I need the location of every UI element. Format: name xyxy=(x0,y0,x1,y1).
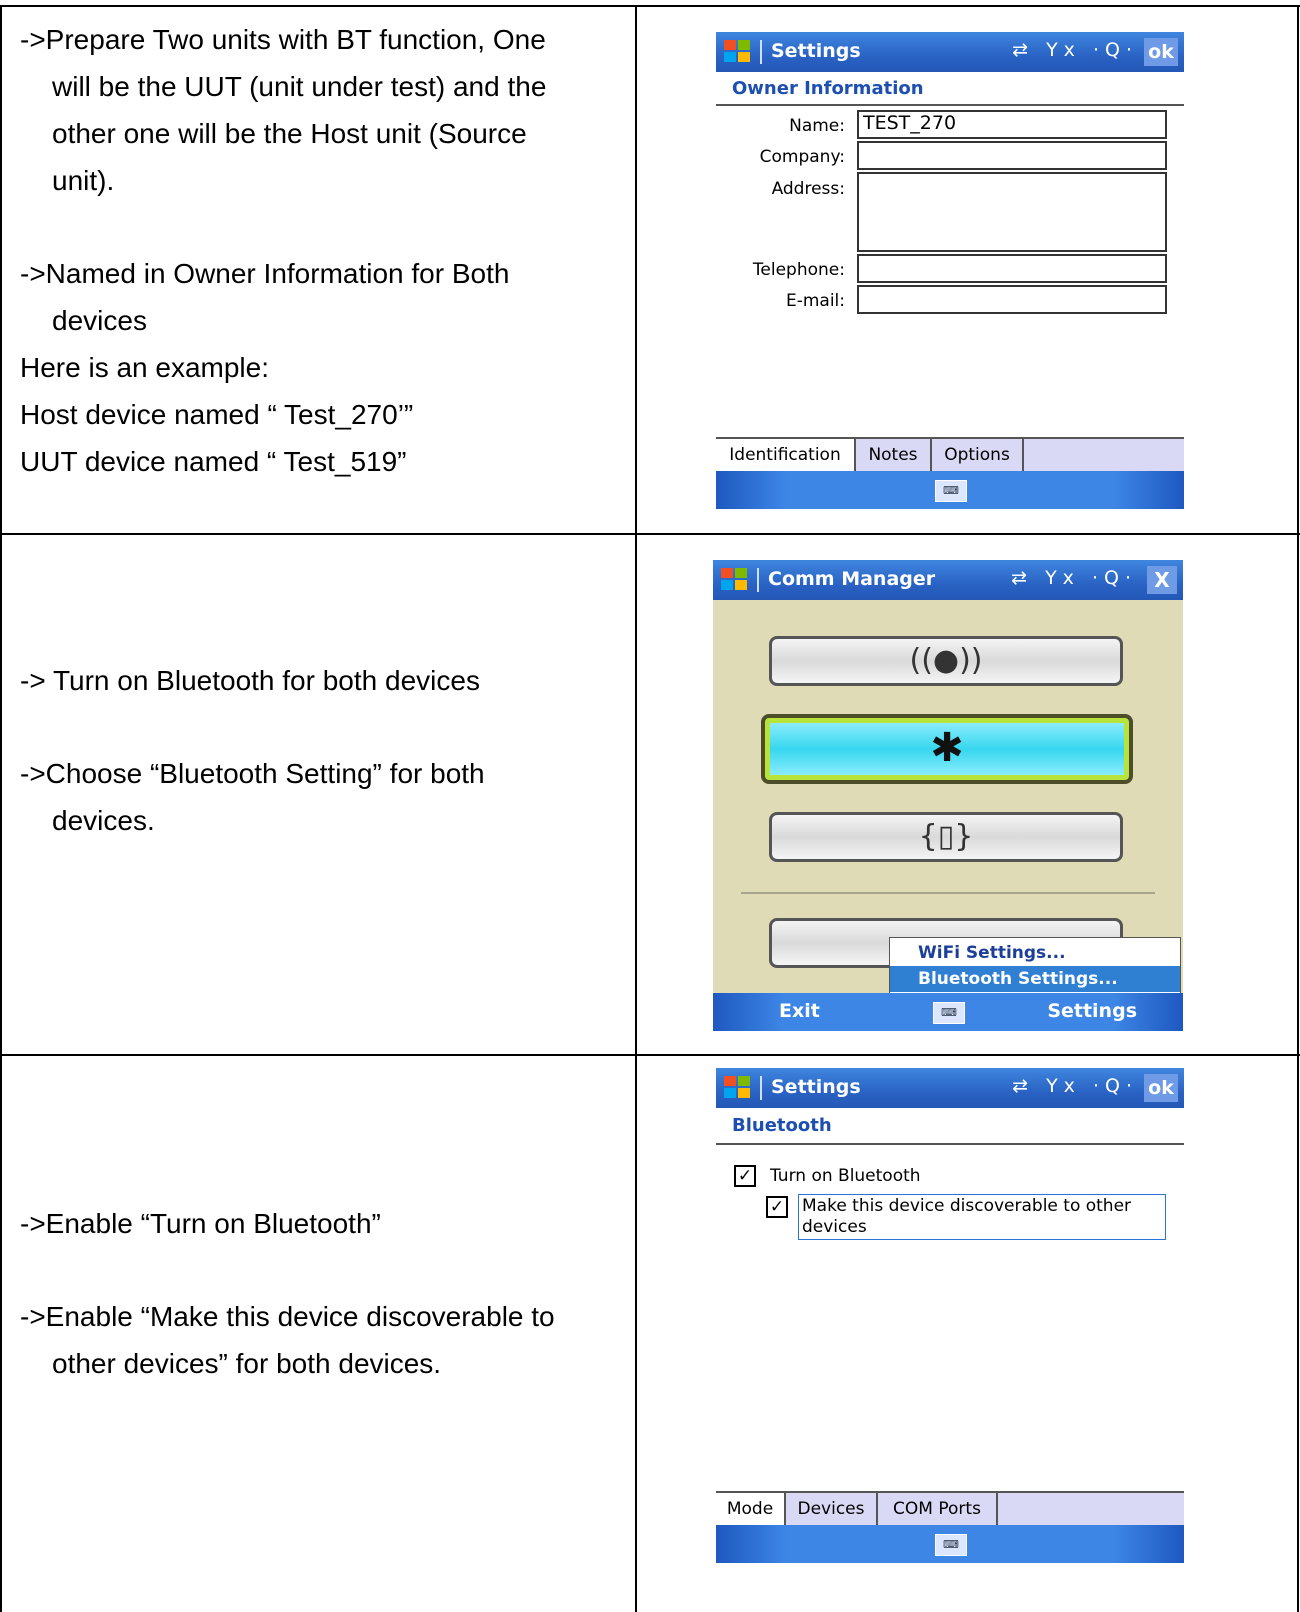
status-icons[interactable]: ⇄ Yx ·Q· xyxy=(1011,567,1137,589)
menu-item-wifi-settings[interactable]: WiFi Settings... xyxy=(890,940,1180,966)
window-title: Comm Manager xyxy=(768,568,936,590)
instruction-line: will be the UUT (unit under test) and th… xyxy=(52,71,547,102)
discoverable-label-line1: Make this device discoverable to other xyxy=(802,1196,1132,1216)
address-field[interactable] xyxy=(857,172,1167,252)
table-border-left xyxy=(0,6,2,1612)
soft-key-bar: ⌨ xyxy=(716,1525,1184,1563)
window-title: Settings xyxy=(771,1076,861,1098)
separator xyxy=(741,892,1155,894)
tab-com-ports[interactable]: COM Ports xyxy=(878,1493,998,1527)
ok-button[interactable]: ok xyxy=(1144,38,1178,66)
instruction-line: other one will be the Host unit (Source xyxy=(52,118,527,149)
instruction-line: devices. xyxy=(52,805,155,836)
tab-options[interactable]: Options xyxy=(932,439,1024,473)
row1-instructions: ->Prepare Two units with BT function, On… xyxy=(20,16,640,485)
turn-on-bluetooth-checkbox[interactable]: ✓ xyxy=(734,1165,756,1187)
instruction-line: ->Choose “Bluetooth Setting” for both xyxy=(20,758,485,789)
keyboard-icon[interactable]: ⌨ xyxy=(933,1002,965,1024)
page-heading: Owner Information xyxy=(732,78,924,99)
wireless-toggle-button[interactable]: ((●)) xyxy=(769,636,1123,686)
instruction-line: -> Turn on Bluetooth for both devices xyxy=(20,665,480,696)
tab-bar: Identification Notes Options xyxy=(716,437,1184,473)
instruction-line: other devices” for both devices. xyxy=(52,1348,442,1379)
tab-devices[interactable]: Devices xyxy=(786,1493,878,1527)
instruction-line: devices xyxy=(52,305,147,336)
name-label: Name: xyxy=(789,116,845,136)
discoverable-label-line2: devices xyxy=(802,1217,867,1237)
status-icons[interactable]: ⇄ Yx ·Q· xyxy=(1012,1075,1138,1097)
owner-information-screen: Settings ⇄ Yx ·Q· ok Owner Information N… xyxy=(716,32,1184,509)
tab-mode[interactable]: Mode xyxy=(716,1493,786,1527)
window-title: Settings xyxy=(771,40,861,62)
soft-key-bar: ⌨ xyxy=(716,471,1184,509)
bluetooth-icon: ✱ xyxy=(930,725,964,771)
company-field[interactable] xyxy=(857,141,1167,170)
instruction-line: ->Named in Owner Information for Both xyxy=(20,258,510,289)
comm-manager-panel: ((●)) ✱ {▯} WiFi Settings... Bluetooth S… xyxy=(713,600,1183,995)
phone-toggle-button[interactable]: {▯} xyxy=(769,812,1123,862)
page-heading: Bluetooth xyxy=(732,1115,832,1136)
close-button[interactable]: X xyxy=(1147,566,1177,594)
tab-bar: Mode Devices COM Ports xyxy=(716,1491,1184,1527)
windows-start-icon[interactable] xyxy=(721,568,749,592)
title-bar: Comm Manager ⇄ Yx ·Q· X xyxy=(713,560,1183,600)
instruction-line: Host device named “ Test_270’” xyxy=(20,399,414,430)
bluetooth-toggle-button[interactable]: ✱ xyxy=(761,714,1133,784)
telephone-label: Telephone: xyxy=(752,260,845,280)
instruction-line: ->Prepare Two units with BT function, On… xyxy=(20,24,546,55)
turn-on-bluetooth-label: Turn on Bluetooth xyxy=(770,1166,921,1186)
keyboard-icon[interactable]: ⌨ xyxy=(935,1534,967,1556)
email-label: E-mail: xyxy=(785,291,845,311)
settings-softkey[interactable]: Settings xyxy=(1047,1000,1137,1022)
table-row-divider xyxy=(0,533,1300,535)
table-row-divider xyxy=(0,1054,1300,1056)
comm-manager-screen: Comm Manager ⇄ Yx ·Q· X ((●)) ✱ {▯} WiFi… xyxy=(713,560,1183,1031)
instruction-line: ->Enable “Turn on Bluetooth” xyxy=(20,1208,381,1239)
tab-notes[interactable]: Notes xyxy=(856,439,932,473)
company-label: Company: xyxy=(759,147,845,167)
table-border-top xyxy=(0,5,1300,7)
address-label: Address: xyxy=(771,179,845,199)
heading-divider xyxy=(716,104,1184,106)
windows-start-icon[interactable] xyxy=(724,40,752,64)
instruction-line: Here is an example: xyxy=(20,352,270,383)
tab-identification[interactable]: Identification xyxy=(716,439,856,473)
title-bar: Settings ⇄ Yx ·Q· ok xyxy=(716,32,1184,72)
soft-key-bar: Exit ⌨ Settings xyxy=(713,993,1183,1031)
status-icons[interactable]: ⇄ Yx ·Q· xyxy=(1012,39,1138,61)
antenna-icon: ((●)) xyxy=(909,643,983,678)
title-bar: Settings ⇄ Yx ·Q· ok xyxy=(716,1068,1184,1108)
windows-start-icon[interactable] xyxy=(724,1076,752,1100)
table-border-right xyxy=(1297,6,1299,1612)
instruction-line: UUT device named “ Test_519” xyxy=(20,446,407,477)
name-field[interactable]: TEST_270 xyxy=(857,110,1167,139)
email-field[interactable] xyxy=(857,285,1167,314)
row3-instructions: ->Enable “Turn on Bluetooth” ->Enable “M… xyxy=(20,1200,640,1387)
telephone-field[interactable] xyxy=(857,254,1167,283)
heading-divider xyxy=(716,1143,1184,1145)
row2-instructions: -> Turn on Bluetooth for both devices ->… xyxy=(20,657,640,844)
instruction-line: unit). xyxy=(52,165,115,196)
menu-item-bluetooth-settings[interactable]: Bluetooth Settings... xyxy=(890,966,1180,992)
instruction-line: ->Enable “Make this device discoverable … xyxy=(20,1301,555,1332)
phone-vibrate-icon: {▯} xyxy=(918,819,974,854)
bluetooth-settings-screen: Settings ⇄ Yx ·Q· ok Bluetooth ✓ Turn on… xyxy=(716,1068,1184,1563)
discoverable-checkbox[interactable]: ✓ xyxy=(766,1196,788,1218)
ok-button[interactable]: ok xyxy=(1144,1074,1178,1102)
keyboard-icon[interactable]: ⌨ xyxy=(935,480,967,502)
settings-popup-menu: WiFi Settings... Bluetooth Settings... xyxy=(889,937,1181,995)
exit-softkey[interactable]: Exit xyxy=(779,1000,820,1022)
